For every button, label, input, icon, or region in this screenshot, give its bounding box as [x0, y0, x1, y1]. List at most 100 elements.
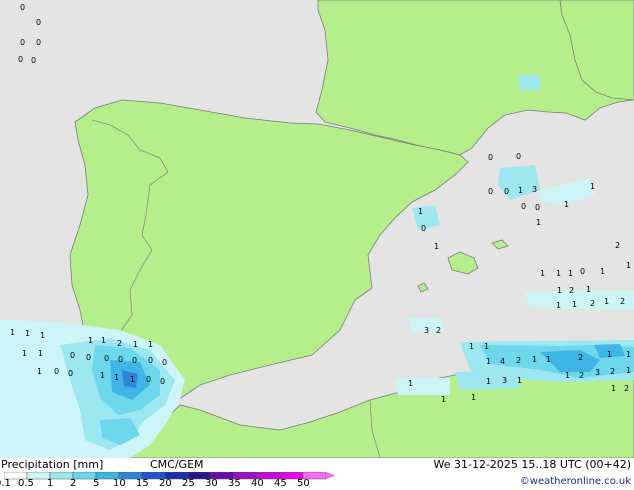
precip-value: 1 [471, 393, 476, 402]
precip-value: 2 [579, 371, 584, 380]
precip-value: 1 [572, 300, 577, 309]
precip-value: 0 [86, 353, 91, 362]
precip-value: 1 [418, 207, 423, 216]
model-name: CMC/GEM [150, 458, 204, 471]
precipitation-map: 000 00 00 00 0 1 3 10 0 111011 1 1 0 1121 2 11 1 2 1 23 21 11… [0, 0, 634, 458]
precip-value: 1 [40, 331, 45, 340]
precip-value: 1 [600, 267, 605, 276]
precip-value: 1 [556, 301, 561, 310]
precip-value: 1 [441, 395, 446, 404]
precip-value: 1 [37, 367, 42, 376]
precip-value: 1 [100, 371, 105, 380]
precip-value: 0 [118, 355, 123, 364]
precip-value: 4 [500, 357, 505, 366]
scale-label: 1 [47, 478, 54, 489]
scale-label: 20 [159, 478, 172, 489]
precip-value: 0 [488, 153, 493, 162]
precip-value: 1 [486, 357, 491, 366]
scale-label: 30 [205, 478, 218, 489]
precip-value: 0 [104, 354, 109, 363]
legend-bar: Precipitation [mm] CMC/GEM We 31-12-2025… [0, 458, 634, 490]
scale-label: 0.5 [18, 478, 34, 489]
precip-value: 2 [610, 367, 615, 376]
precip-value: 1 [540, 269, 545, 278]
precip-value: 2 [624, 384, 629, 393]
precip-value: 1 [434, 242, 439, 251]
precip-value: 1 [22, 349, 27, 358]
precip-value: 1 [626, 261, 631, 270]
precip-value: 1 [536, 218, 541, 227]
precip-value: 1 [148, 340, 153, 349]
scale-label: 10 [113, 478, 126, 489]
precip-value: 1 [604, 297, 609, 306]
credit-link[interactable]: ©weatheronline.co.uk [520, 476, 631, 487]
scale-label: 15 [136, 478, 149, 489]
precip-value: 1 [114, 373, 119, 382]
precip-value: 1 [565, 371, 570, 380]
precip-value: 2 [117, 339, 122, 348]
precip-value: 0 [132, 356, 137, 365]
precip-value: 0 [36, 38, 41, 47]
precip-value: 1 [133, 340, 138, 349]
precip-value: 1 [546, 355, 551, 364]
precip-value: 0 [36, 18, 41, 27]
precip-value: 1 [130, 375, 135, 384]
precip-value: 1 [590, 182, 595, 191]
precip-value: 1 [564, 200, 569, 209]
precip-value: 2 [436, 326, 441, 335]
precip-value: 1 [484, 342, 489, 351]
scale-label: 2 [70, 478, 77, 489]
scale-arrow [326, 472, 334, 479]
precip-value: 0 [146, 375, 151, 384]
precip-value: 2 [615, 241, 620, 250]
precip-value: 0 [521, 202, 526, 211]
precip-value: 0 [20, 3, 25, 12]
scale-label: 35 [228, 478, 241, 489]
precip-value: 0 [148, 356, 153, 365]
precip-value: 3 [595, 368, 600, 377]
precip-value: 1 [626, 350, 631, 359]
precip-value: 2 [569, 286, 574, 295]
precip-value: 2 [590, 299, 595, 308]
precip-value: 0 [516, 152, 521, 161]
scale-label: 25 [182, 478, 195, 489]
scale-label: 45 [274, 478, 287, 489]
precip-value: 0 [580, 267, 585, 276]
precip-value: 3 [424, 326, 429, 335]
precip-value: 0 [20, 38, 25, 47]
precip-value: 1 [607, 350, 612, 359]
precip-value: 0 [31, 56, 36, 65]
precip-value: 0 [162, 358, 167, 367]
precip-value: 0 [18, 55, 23, 64]
scale-label: 50 [297, 478, 310, 489]
precip-value: 1 [38, 349, 43, 358]
precip-value: 1 [486, 377, 491, 386]
precip-value: 1 [10, 328, 15, 337]
precip-value: 1 [532, 355, 537, 364]
scale-label: 5 [93, 478, 100, 489]
precip-value: 1 [518, 186, 523, 195]
precip-value: 1 [88, 336, 93, 345]
precip-value: 1 [101, 336, 106, 345]
precip-value: 1 [517, 376, 522, 385]
precip-value: 1 [557, 286, 562, 295]
precip-value: 2 [578, 353, 583, 362]
precip-value: 1 [586, 285, 591, 294]
precip-value: 3 [502, 376, 507, 385]
precip-value: 1 [556, 269, 561, 278]
precip-value: 1 [408, 379, 413, 388]
precip-value: 0 [421, 224, 426, 233]
precip-value: 0 [504, 187, 509, 196]
legend-title: Precipitation [mm] [1, 458, 104, 471]
precip-value: 0 [70, 351, 75, 360]
precip-value: 1 [25, 329, 30, 338]
precip-value: 0 [535, 203, 540, 212]
scale-label: 40 [251, 478, 264, 489]
precip-value: 0 [488, 187, 493, 196]
precip-value: 0 [54, 367, 59, 376]
precip-value: 0 [68, 369, 73, 378]
forecast-datetime: We 31-12-2025 15..18 UTC (00+42) [433, 458, 631, 471]
precip-value: 1 [611, 384, 616, 393]
precip-value: 2 [620, 297, 625, 306]
precip-value: 1 [568, 269, 573, 278]
